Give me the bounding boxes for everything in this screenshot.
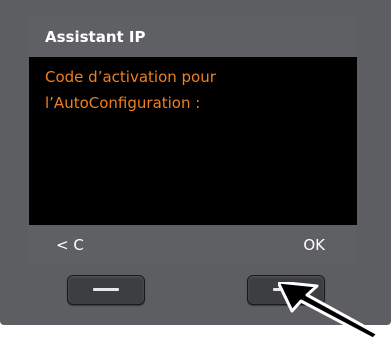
left-softkey-button[interactable] — [67, 275, 145, 305]
prompt-line-2: l’AutoConfiguration : — [45, 94, 201, 112]
softkey-right-label[interactable]: OK — [303, 236, 325, 254]
softkey-bar: < C OK — [29, 225, 357, 265]
screen-title: Assistant IP — [29, 17, 357, 57]
key-dash-icon — [93, 288, 119, 291]
screen-content: Code d’activation pour l’AutoConfigurati… — [29, 57, 357, 225]
prompt-line-1: Code d’activation pour — [45, 68, 216, 86]
phone-handset: Assistant IP Code d’activation pour l’Au… — [0, 0, 391, 325]
softkey-left-label[interactable]: < C — [56, 236, 84, 254]
display-screen: Assistant IP Code d’activation pour l’Au… — [29, 17, 357, 265]
arrow-pointer-icon — [278, 282, 380, 339]
